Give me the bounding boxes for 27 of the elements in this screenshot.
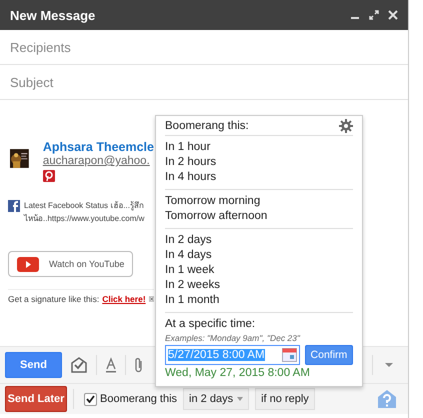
email-link[interactable]: aucharapon@yahoo. — [42, 155, 154, 167]
condition-dropdown[interactable]: if no reply — [255, 388, 315, 410]
menu-item[interactable]: In 1 hour — [165, 140, 353, 155]
sender-name: Aphsara Theemcle — [42, 140, 154, 154]
delay-dropdown[interactable]: in 2 days — [183, 388, 250, 410]
section-label: At a specific time: — [165, 317, 256, 332]
status-text: ไหน้อ..https://www.youtube.com/w — [24, 213, 144, 225]
send-button[interactable]: Send — [5, 352, 62, 378]
examples-hint: Examples: "Monday 9am", "Dec 23" — [165, 333, 302, 343]
promo-text: Get a signature like this: — [8, 294, 100, 304]
menu-item[interactable]: In 1 month — [165, 293, 353, 308]
menu-item[interactable]: In 4 days — [165, 248, 353, 263]
parsed-date: Wed, May 27, 2015 8:00 AM — [165, 366, 311, 380]
menu-item[interactable]: Tomorrow afternoon — [165, 209, 353, 224]
menu-item[interactable]: In 4 hours — [165, 170, 353, 185]
menu-item[interactable]: In 2 days — [165, 233, 353, 248]
status-text: Latest Facebook Status เฮ้อ...รู้สึก — [24, 200, 144, 212]
menu-item[interactable]: In 2 hours — [165, 155, 353, 170]
menu-item[interactable]: In 1 week — [165, 263, 353, 278]
click-here-link[interactable]: Click here! — [102, 294, 146, 304]
send-later-button[interactable]: Send Later — [5, 386, 67, 412]
menu-item[interactable]: In 2 weeks — [165, 278, 353, 293]
window-title: New Message — [10, 8, 96, 22]
watch-on-youtube-button[interactable]: Watch on YouTube — [8, 251, 134, 277]
menu-item[interactable]: Tomorrow morning — [165, 194, 353, 209]
menu-title: Boomerang this: — [165, 120, 249, 132]
checkbox-label: Boomerang this — [100, 393, 178, 405]
